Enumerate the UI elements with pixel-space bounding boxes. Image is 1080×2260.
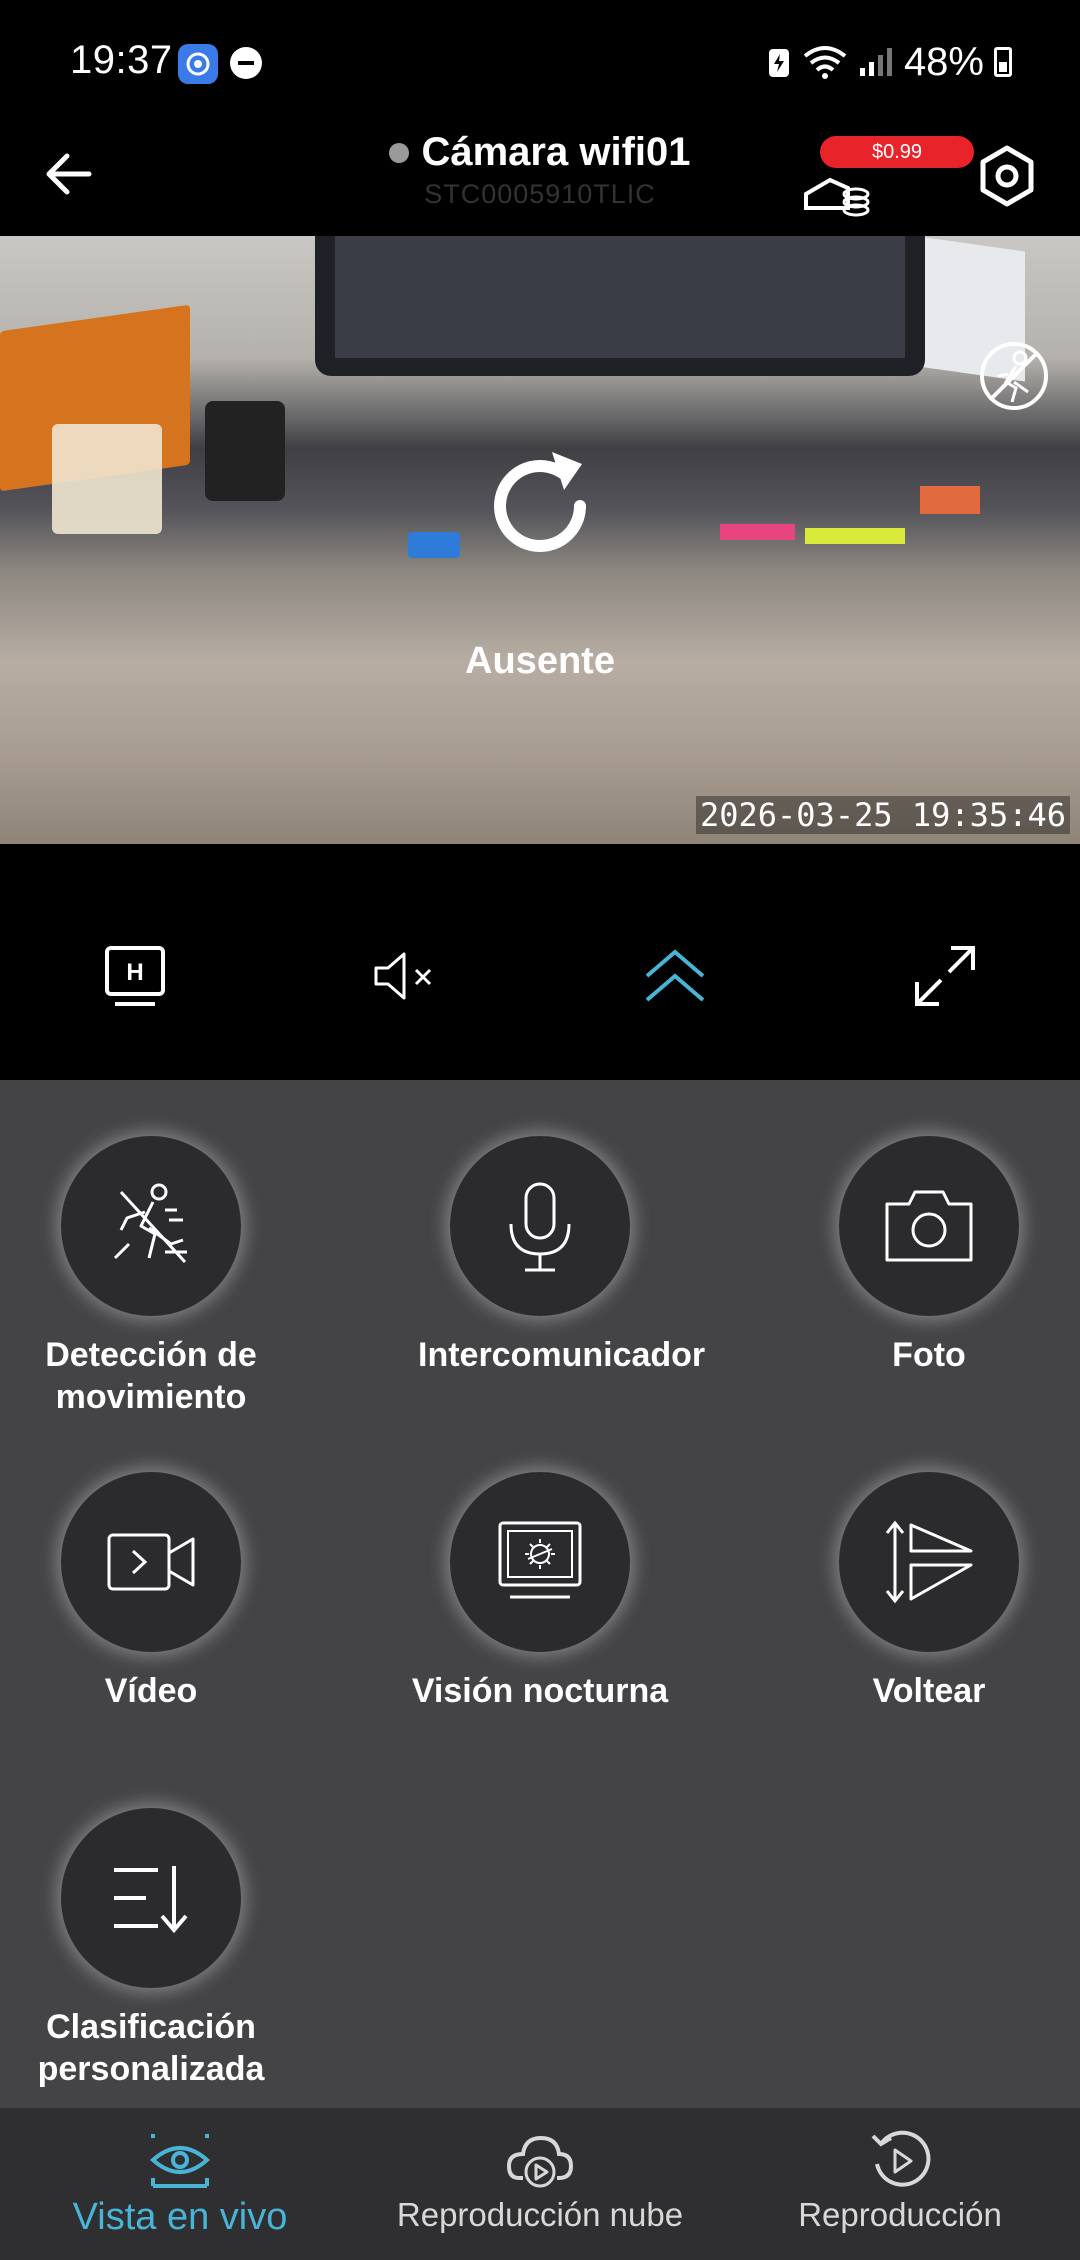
microphone-icon [509, 1182, 571, 1272]
cloud-playback-icon [506, 2135, 574, 2188]
feature-flip[interactable]: Voltear [779, 1472, 1079, 1712]
mute-button[interactable] [365, 936, 445, 1016]
feature-night-vision[interactable]: Visión nocturna [390, 1472, 690, 1712]
camera-title: Cámara wifi01 [389, 130, 691, 175]
wifi-icon [803, 46, 847, 79]
feature-label: Foto [892, 1336, 966, 1374]
hd-quality-icon: H [105, 946, 165, 1006]
background-blue-object [408, 532, 460, 558]
camera-name: Cámara wifi01 [421, 130, 691, 174]
nav-live-view[interactable]: Vista en vivo [0, 2108, 360, 2260]
refresh-icon[interactable] [476, 442, 604, 570]
background-pen-cup [205, 401, 285, 501]
feature-intercom[interactable]: Intercomunicador [390, 1136, 706, 1376]
fullscreen-button[interactable] [905, 936, 985, 1016]
flip-icon [885, 1520, 973, 1604]
feature-motion-detection[interactable]: Detección de movimiento [1, 1136, 301, 1418]
feature-label: Vídeo [104, 1672, 198, 1710]
feature-panel: Detección de movimiento Intercomunicador… [0, 1080, 1080, 2108]
settings-button[interactable] [975, 144, 1039, 208]
hd-letter: H [126, 959, 143, 986]
nav-cloud-playback[interactable]: Reproducción nube [360, 2108, 720, 2260]
nav-label: Reproducción nube [396, 2196, 684, 2233]
settings-hexagon-icon [980, 145, 1034, 207]
background-box-label [52, 424, 162, 534]
battery-percent: 48% [903, 39, 984, 84]
live-video-feed[interactable]: Ausente 2026-03-25 19:35:46 [0, 236, 1080, 844]
hd-quality-button[interactable]: H [95, 936, 175, 1016]
video-icon [107, 1533, 195, 1591]
camera-icon [885, 1190, 973, 1262]
status-time: 19:37 [70, 38, 173, 82]
video-timestamp: 2026-03-25 19:35:46 [695, 796, 1070, 834]
battery-saver-icon [768, 49, 789, 77]
price-badge[interactable]: $0.99 [820, 136, 975, 168]
collapse-panel-button[interactable] [635, 936, 715, 1016]
battery-icon [994, 47, 1012, 77]
feature-label: Voltear [872, 1672, 986, 1710]
feature-photo[interactable]: Foto [779, 1136, 1079, 1376]
online-status-dot [389, 142, 410, 163]
feature-label: Intercomunicador [418, 1336, 706, 1374]
mute-icon [374, 952, 432, 1000]
do-not-disturb-icon [230, 47, 262, 79]
header: Cámara wifi01 STC0005910TLIC $0.99 [0, 120, 1080, 236]
feature-label: Detección de movimiento [45, 1336, 257, 1416]
camera-state-label: Ausente [465, 640, 615, 682]
status-right-cluster: 48% [766, 38, 1012, 86]
background-pink-object [720, 524, 795, 540]
background-monitor [315, 236, 925, 376]
collapse-up-icon [645, 949, 705, 1002]
live-view-icon [149, 2134, 211, 2188]
nav-label: Reproducción [798, 2196, 1002, 2233]
camera-serial: STC0005910TLIC [424, 179, 656, 209]
night-vision-icon [498, 1521, 582, 1599]
nav-playback[interactable]: Reproducción [720, 2108, 1080, 2260]
feature-video[interactable]: Vídeo [1, 1472, 301, 1712]
motion-detection-off-icon[interactable] [974, 336, 1054, 416]
feature-label: Clasificación personalizada [37, 2008, 265, 2088]
status-bar: 19:37 48% [0, 0, 1080, 120]
custom-sort-icon [114, 1866, 188, 1934]
signal-icon [859, 48, 892, 76]
background-orange-object [920, 486, 980, 514]
feature-label: Visión nocturna [411, 1672, 669, 1710]
bottom-navigation: Vista en vivo Reproducción nube Reproduc… [0, 2108, 1080, 2260]
feature-custom-sort[interactable]: Clasificación personalizada [1, 1808, 301, 2090]
nav-label: Vista en vivo [72, 2196, 288, 2238]
app-notification-icon [178, 44, 218, 84]
background-yellow-object [805, 528, 905, 544]
video-control-bar: H [0, 844, 1080, 1080]
playback-icon [871, 2130, 931, 2187]
motion-detection-icon [113, 1183, 187, 1264]
fullscreen-icon [915, 946, 975, 1006]
